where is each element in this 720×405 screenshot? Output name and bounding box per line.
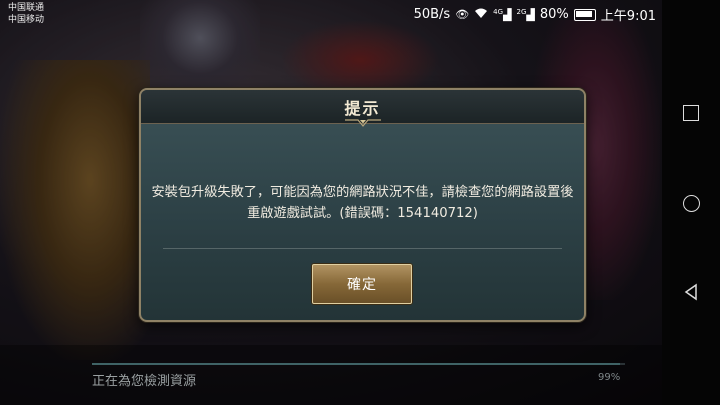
- alert-dialog: 提示 安裝包升級失敗了，可能因為您的網路狀況不佳，請檢查您的網路設置後重啟遊戲試…: [139, 88, 586, 322]
- signal-2-icon: 2G▟: [516, 7, 535, 22]
- circle-icon: [682, 194, 700, 212]
- signal-1-icon: 4G▟: [493, 7, 512, 22]
- dialog-message: 安裝包升級失敗了，可能因為您的網路狀況不佳，請檢查您的網路設置後重啟遊戲試試。(…: [151, 185, 574, 221]
- dialog-title: 提示: [344, 99, 381, 118]
- square-icon: [683, 105, 699, 121]
- carrier-1-label: 中国联通: [8, 3, 45, 13]
- status-bar: 中国联通 中国移动 50B/s 👁 4G▟ 2G▟ 80% 上午9:01: [0, 0, 660, 28]
- system-navigation-bar: [662, 0, 720, 405]
- loading-progress-fill: [92, 363, 620, 365]
- confirm-button[interactable]: 確定: [312, 264, 412, 304]
- dialog-divider: [163, 248, 562, 249]
- loading-status-text: 正在為您檢測資源: [92, 374, 197, 389]
- loading-progress-bar: [92, 363, 625, 365]
- home-button[interactable]: [680, 192, 702, 214]
- loading-percent: 99%: [598, 372, 621, 383]
- network-speed: 50B/s: [413, 7, 451, 22]
- triangle-back-icon: [684, 283, 697, 301]
- battery-icon: [573, 8, 596, 21]
- carrier-info: 中国联通 中国移动: [8, 2, 44, 26]
- carrier-2-label: 中国移动: [8, 15, 45, 25]
- ornament-icon: [344, 119, 381, 127]
- battery-percent: 80%: [539, 7, 569, 22]
- eye-icon: 👁: [455, 8, 470, 21]
- clock: 上午9:01: [600, 9, 656, 24]
- recent-apps-button[interactable]: [680, 102, 702, 124]
- back-button[interactable]: [680, 281, 702, 303]
- status-indicators: 50B/s 👁 4G▟ 2G▟ 80% 上午9:01: [414, 5, 656, 24]
- wifi-icon: [474, 8, 488, 22]
